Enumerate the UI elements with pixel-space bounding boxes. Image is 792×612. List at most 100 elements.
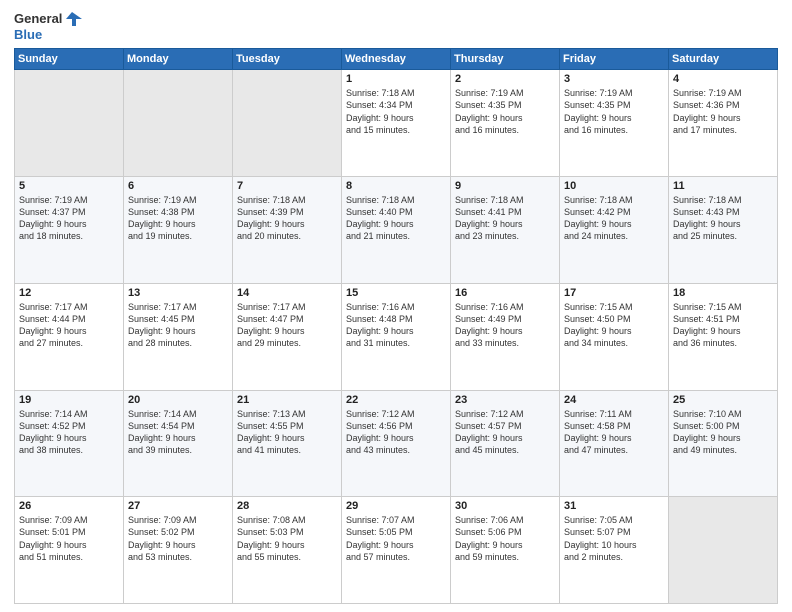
calendar-week-row: 12 Sunrise: 7:17 AM Sunset: 4:44 PM Dayli… xyxy=(15,283,778,390)
calendar-cell: 9 Sunrise: 7:18 AM Sunset: 4:41 PM Daylig… xyxy=(451,177,560,284)
day-number: 22 xyxy=(346,394,446,406)
day-info: Sunrise: 7:16 AM Sunset: 4:49 PM Dayligh… xyxy=(455,301,555,350)
calendar-cell xyxy=(233,70,342,177)
day-info: Sunrise: 7:17 AM Sunset: 4:45 PM Dayligh… xyxy=(128,301,228,350)
calendar-cell: 10 Sunrise: 7:18 AM Sunset: 4:42 PM Dayli… xyxy=(560,177,669,284)
day-info: Sunrise: 7:19 AM Sunset: 4:38 PM Dayligh… xyxy=(128,194,228,243)
day-info: Sunrise: 7:15 AM Sunset: 4:50 PM Dayligh… xyxy=(564,301,664,350)
day-number: 21 xyxy=(237,394,337,406)
day-info: Sunrise: 7:17 AM Sunset: 4:47 PM Dayligh… xyxy=(237,301,337,350)
day-info: Sunrise: 7:18 AM Sunset: 4:39 PM Dayligh… xyxy=(237,194,337,243)
calendar-cell: 20 Sunrise: 7:14 AM Sunset: 4:54 PM Dayli… xyxy=(124,390,233,497)
day-number: 27 xyxy=(128,500,228,512)
calendar-cell xyxy=(15,70,124,177)
day-number: 4 xyxy=(673,73,773,85)
day-number: 9 xyxy=(455,180,555,192)
day-info: Sunrise: 7:14 AM Sunset: 4:54 PM Dayligh… xyxy=(128,408,228,457)
calendar-cell: 31 Sunrise: 7:05 AM Sunset: 5:07 PM Dayli… xyxy=(560,497,669,604)
calendar-cell: 16 Sunrise: 7:16 AM Sunset: 4:49 PM Dayli… xyxy=(451,283,560,390)
calendar-body: 1Sunrise: 7:18 AM Sunset: 4:34 PM Daylig… xyxy=(15,70,778,604)
day-number: 30 xyxy=(455,500,555,512)
day-info: Sunrise: 7:09 AM Sunset: 5:01 PM Dayligh… xyxy=(19,514,119,563)
day-info: Sunrise: 7:12 AM Sunset: 4:56 PM Dayligh… xyxy=(346,408,446,457)
logo-arrow-icon xyxy=(64,10,82,28)
calendar-cell xyxy=(124,70,233,177)
calendar-cell: 23 Sunrise: 7:12 AM Sunset: 4:57 PM Dayli… xyxy=(451,390,560,497)
day-info: Sunrise: 7:18 AM Sunset: 4:42 PM Dayligh… xyxy=(564,194,664,243)
logo-general-text: General xyxy=(14,12,62,26)
calendar-week-row: 1Sunrise: 7:18 AM Sunset: 4:34 PM Daylig… xyxy=(15,70,778,177)
calendar-cell: 18 Sunrise: 7:15 AM Sunset: 4:51 PM Dayli… xyxy=(669,283,778,390)
calendar-cell: 25 Sunrise: 7:10 AM Sunset: 5:00 PM Dayli… xyxy=(669,390,778,497)
day-number: 15 xyxy=(346,287,446,299)
day-number: 20 xyxy=(128,394,228,406)
day-number: 7 xyxy=(237,180,337,192)
day-number: 14 xyxy=(237,287,337,299)
day-number: 16 xyxy=(455,287,555,299)
day-info: Sunrise: 7:09 AM Sunset: 5:02 PM Dayligh… xyxy=(128,514,228,563)
weekday-header-cell: Friday xyxy=(560,49,669,70)
day-number: 12 xyxy=(19,287,119,299)
day-info: Sunrise: 7:18 AM Sunset: 4:41 PM Dayligh… xyxy=(455,194,555,243)
day-number: 11 xyxy=(673,180,773,192)
calendar-cell: 12 Sunrise: 7:17 AM Sunset: 4:44 PM Dayli… xyxy=(15,283,124,390)
weekday-header-cell: Tuesday xyxy=(233,49,342,70)
day-info: Sunrise: 7:15 AM Sunset: 4:51 PM Dayligh… xyxy=(673,301,773,350)
calendar-cell: 3 Sunrise: 7:19 AM Sunset: 4:35 PM Daylig… xyxy=(560,70,669,177)
day-number: 10 xyxy=(564,180,664,192)
calendar-cell: 19Sunrise: 7:14 AM Sunset: 4:52 PM Dayli… xyxy=(15,390,124,497)
logo: General Blue xyxy=(14,10,82,42)
day-number: 31 xyxy=(564,500,664,512)
weekday-header-cell: Sunday xyxy=(15,49,124,70)
calendar-cell: 1Sunrise: 7:18 AM Sunset: 4:34 PM Daylig… xyxy=(342,70,451,177)
day-info: Sunrise: 7:11 AM Sunset: 4:58 PM Dayligh… xyxy=(564,408,664,457)
day-number: 26 xyxy=(19,500,119,512)
calendar-cell: 26 Sunrise: 7:09 AM Sunset: 5:01 PM Dayli… xyxy=(15,497,124,604)
calendar-cell: 17 Sunrise: 7:15 AM Sunset: 4:50 PM Dayli… xyxy=(560,283,669,390)
calendar-page: General Blue SundayMondayTuesdayWednesda… xyxy=(0,0,792,612)
day-info: Sunrise: 7:07 AM Sunset: 5:05 PM Dayligh… xyxy=(346,514,446,563)
weekday-header-cell: Monday xyxy=(124,49,233,70)
weekday-header-cell: Saturday xyxy=(669,49,778,70)
calendar-cell: 22 Sunrise: 7:12 AM Sunset: 4:56 PM Dayli… xyxy=(342,390,451,497)
day-number: 2 xyxy=(455,73,555,85)
calendar-cell: 6Sunrise: 7:19 AM Sunset: 4:38 PM Daylig… xyxy=(124,177,233,284)
calendar-table: SundayMondayTuesdayWednesdayThursdayFrid… xyxy=(14,48,778,604)
day-info: Sunrise: 7:18 AM Sunset: 4:40 PM Dayligh… xyxy=(346,194,446,243)
calendar-week-row: 26 Sunrise: 7:09 AM Sunset: 5:01 PM Dayli… xyxy=(15,497,778,604)
day-info: Sunrise: 7:06 AM Sunset: 5:06 PM Dayligh… xyxy=(455,514,555,563)
day-info: Sunrise: 7:19 AM Sunset: 4:35 PM Dayligh… xyxy=(455,87,555,136)
day-info: Sunrise: 7:10 AM Sunset: 5:00 PM Dayligh… xyxy=(673,408,773,457)
day-number: 5 xyxy=(19,180,119,192)
weekday-header-cell: Thursday xyxy=(451,49,560,70)
calendar-cell: 5 Sunrise: 7:19 AM Sunset: 4:37 PM Daylig… xyxy=(15,177,124,284)
day-number: 17 xyxy=(564,287,664,299)
day-number: 3 xyxy=(564,73,664,85)
day-info: Sunrise: 7:19 AM Sunset: 4:35 PM Dayligh… xyxy=(564,87,664,136)
calendar-cell: 29 Sunrise: 7:07 AM Sunset: 5:05 PM Dayli… xyxy=(342,497,451,604)
day-info: Sunrise: 7:19 AM Sunset: 4:36 PM Dayligh… xyxy=(673,87,773,136)
day-info: Sunrise: 7:19 AM Sunset: 4:37 PM Dayligh… xyxy=(19,194,119,243)
calendar-cell: 14 Sunrise: 7:17 AM Sunset: 4:47 PM Dayli… xyxy=(233,283,342,390)
calendar-cell: 30 Sunrise: 7:06 AM Sunset: 5:06 PM Dayli… xyxy=(451,497,560,604)
day-info: Sunrise: 7:08 AM Sunset: 5:03 PM Dayligh… xyxy=(237,514,337,563)
calendar-cell: 24Sunrise: 7:11 AM Sunset: 4:58 PM Dayli… xyxy=(560,390,669,497)
calendar-cell: 27 Sunrise: 7:09 AM Sunset: 5:02 PM Dayli… xyxy=(124,497,233,604)
calendar-week-row: 19Sunrise: 7:14 AM Sunset: 4:52 PM Dayli… xyxy=(15,390,778,497)
day-info: Sunrise: 7:05 AM Sunset: 5:07 PM Dayligh… xyxy=(564,514,664,563)
day-number: 23 xyxy=(455,394,555,406)
day-number: 29 xyxy=(346,500,446,512)
logo-blue-text: Blue xyxy=(14,28,82,42)
day-number: 28 xyxy=(237,500,337,512)
day-info: Sunrise: 7:17 AM Sunset: 4:44 PM Dayligh… xyxy=(19,301,119,350)
calendar-cell: 28 Sunrise: 7:08 AM Sunset: 5:03 PM Dayli… xyxy=(233,497,342,604)
day-number: 8 xyxy=(346,180,446,192)
day-number: 18 xyxy=(673,287,773,299)
day-info: Sunrise: 7:12 AM Sunset: 4:57 PM Dayligh… xyxy=(455,408,555,457)
weekday-header-cell: Wednesday xyxy=(342,49,451,70)
calendar-cell: 7 Sunrise: 7:18 AM Sunset: 4:39 PM Daylig… xyxy=(233,177,342,284)
day-info: Sunrise: 7:18 AM Sunset: 4:34 PM Dayligh… xyxy=(346,87,446,136)
day-number: 25 xyxy=(673,394,773,406)
calendar-cell: 4 Sunrise: 7:19 AM Sunset: 4:36 PM Daylig… xyxy=(669,70,778,177)
header: General Blue xyxy=(14,10,778,42)
